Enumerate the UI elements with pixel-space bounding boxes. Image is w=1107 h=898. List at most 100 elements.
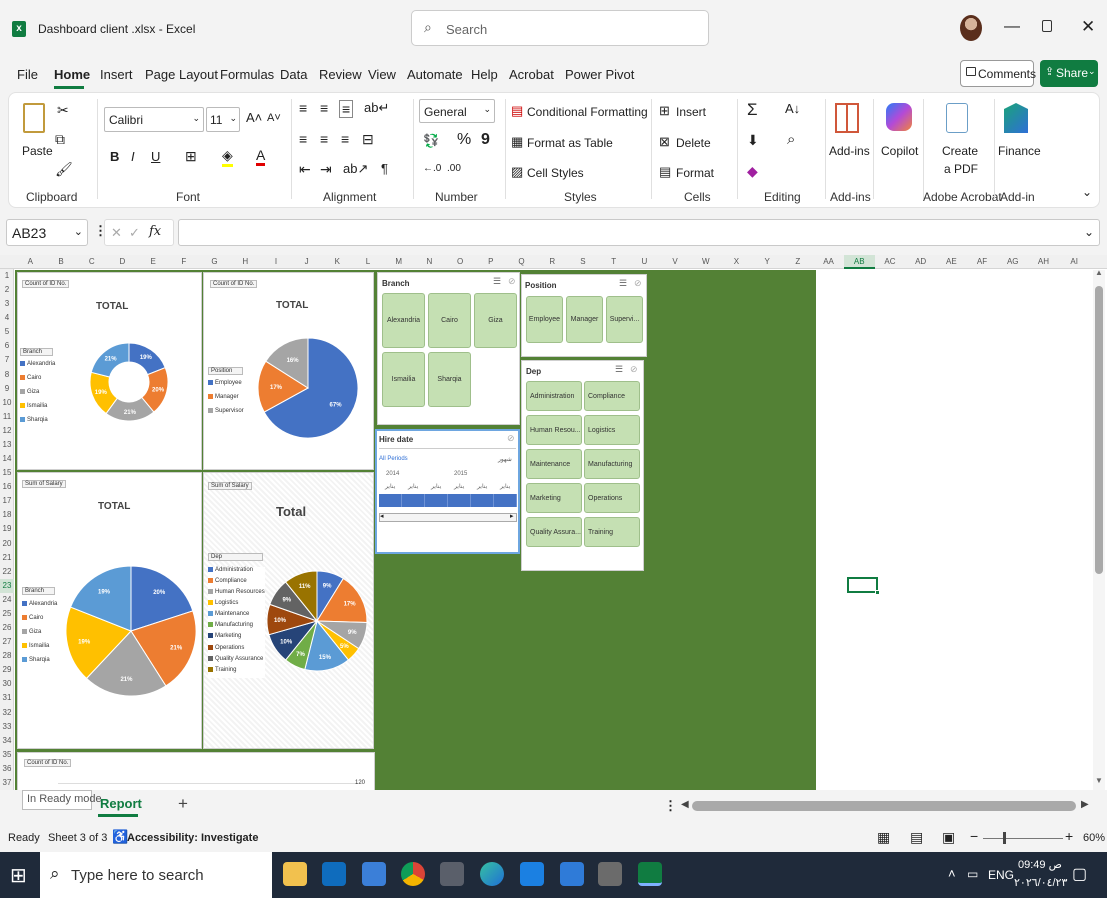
slicer-item[interactable]: Cairo: [428, 293, 471, 348]
search-box[interactable]: ⌕ Search: [411, 10, 709, 46]
timeline-hire-date[interactable]: Hire date ⊘ All Periods شهور 2014 2015 ي…: [375, 429, 520, 554]
formula-input[interactable]: ⌄: [178, 219, 1100, 246]
slicer-item[interactable]: Giza: [474, 293, 517, 348]
name-box[interactable]: AB23 ⌄: [6, 219, 88, 246]
column-header[interactable]: G: [199, 255, 230, 269]
menu-acrobat[interactable]: Acrobat: [509, 67, 554, 82]
finance-icon[interactable]: [1004, 103, 1028, 133]
page-layout-view-icon[interactable]: ▤: [910, 829, 923, 846]
create-pdf-line1[interactable]: Create: [942, 144, 978, 158]
timeline-month[interactable]: يناير: [454, 483, 464, 490]
row-header[interactable]: 5: [0, 325, 14, 339]
zoom-level[interactable]: 60%: [1083, 832, 1105, 844]
timeline-scrollbar[interactable]: [379, 513, 517, 522]
conditional-formatting-icon[interactable]: ▤: [511, 103, 523, 119]
zoom-slider[interactable]: [983, 838, 1063, 839]
menu-review[interactable]: Review: [319, 67, 362, 82]
column-header[interactable]: Q: [506, 255, 537, 269]
slicer-item[interactable]: Compliance: [584, 381, 640, 411]
row-header[interactable]: 13: [0, 438, 14, 452]
mail-icon[interactable]: [560, 862, 584, 886]
format-cells-icon[interactable]: ▤: [659, 164, 671, 180]
collapse-ribbon-icon[interactable]: ⌄: [1082, 185, 1092, 199]
slicer-item[interactable]: Supervi...: [606, 296, 643, 343]
row-header[interactable]: 22: [0, 565, 14, 579]
column-header[interactable]: V: [660, 255, 691, 269]
create-pdf-icon[interactable]: [946, 103, 968, 133]
chevron-up-icon[interactable]: ˄: [948, 866, 956, 881]
row-header[interactable]: 30: [0, 677, 14, 691]
number-format-select[interactable]: General ⌄: [419, 99, 495, 123]
column-header[interactable]: AC: [875, 255, 906, 269]
finance-button[interactable]: Finance: [998, 144, 1041, 158]
insert-function-icon[interactable]: fx: [149, 224, 161, 239]
column-header[interactable]: Y: [752, 255, 783, 269]
column-header[interactable]: U: [629, 255, 660, 269]
spreadsheet-grid[interactable]: A B C D E F G H I J K L M N O P Q R S T U V W X Y Z AA AB AC AD AE AF AG…: [0, 255, 1107, 790]
file-explorer-icon[interactable]: [283, 862, 307, 886]
cancel-icon[interactable]: ✕: [111, 225, 122, 241]
store-icon[interactable]: [362, 862, 386, 886]
scroll-left-icon[interactable]: ◀: [681, 799, 689, 810]
menu-formulas[interactable]: Formulas: [220, 67, 274, 82]
text-direction-icon[interactable]: ¶: [381, 161, 388, 176]
fill-handle[interactable]: [875, 590, 880, 595]
align-bottom-icon[interactable]: ≡: [339, 100, 354, 118]
chart-dep-salary[interactable]: Sum of Salary Total Dep Administration Co…: [203, 472, 374, 749]
column-header[interactable]: AD: [905, 255, 936, 269]
shrink-font-icon[interactable]: A˅: [267, 112, 281, 124]
slicer-item[interactable]: Marketing: [526, 483, 582, 513]
scroll-right-icon[interactable]: ▸: [510, 512, 514, 520]
row-header[interactable]: 14: [0, 452, 14, 466]
slicer-item[interactable]: Quality Assura...: [526, 517, 582, 547]
slicer-item[interactable]: Ismailia: [382, 352, 425, 407]
wrap-text-icon[interactable]: ab↵: [364, 100, 389, 116]
scroll-down-icon[interactable]: ▼: [1095, 776, 1103, 785]
row-header[interactable]: 27: [0, 635, 14, 649]
column-header[interactable]: X: [721, 255, 752, 269]
avatar[interactable]: [960, 15, 982, 41]
column-header[interactable]: AA: [813, 255, 844, 269]
format-table-icon[interactable]: ▦: [511, 134, 523, 150]
column-header[interactable]: Z: [783, 255, 814, 269]
menu-data[interactable]: Data: [280, 67, 307, 82]
cell-styles-button[interactable]: Cell Styles: [527, 166, 584, 180]
font-color-icon[interactable]: A: [256, 147, 266, 166]
slicer-item[interactable]: Operations: [584, 483, 640, 513]
accessibility-status[interactable]: Accessibility: Investigate: [127, 832, 258, 844]
row-header[interactable]: 2: [0, 283, 14, 297]
close-icon[interactable]: ✕: [1081, 17, 1095, 37]
clear-icon[interactable]: ◆: [747, 163, 758, 180]
row-header[interactable]: 20: [0, 537, 14, 551]
autosum-icon[interactable]: Σ: [747, 100, 758, 120]
grow-font-icon[interactable]: A˄: [246, 110, 262, 125]
slicer-item[interactable]: Manager: [566, 296, 603, 343]
row-header[interactable]: 7: [0, 353, 14, 367]
pivot-field-button[interactable]: Count of ID No.: [24, 759, 72, 767]
bold-button[interactable]: B: [110, 149, 119, 164]
addins-icon[interactable]: [835, 103, 859, 133]
merge-center-icon[interactable]: ⊟: [362, 131, 374, 148]
app-icon[interactable]: [520, 862, 544, 886]
underline-button[interactable]: U: [151, 149, 160, 164]
row-header[interactable]: 25: [0, 607, 14, 621]
currency-icon[interactable]: 💱: [423, 133, 439, 149]
timeline-bar[interactable]: [379, 494, 517, 507]
menu-automate[interactable]: Automate: [407, 67, 463, 82]
timeline-month[interactable]: يناير: [500, 483, 510, 490]
row-header[interactable]: 9: [0, 382, 14, 396]
column-header[interactable]: I: [261, 255, 292, 269]
format-cells-button[interactable]: Format: [676, 166, 714, 180]
percent-button[interactable]: %: [457, 131, 471, 149]
clear-filter-icon[interactable]: ⊘: [507, 433, 515, 444]
column-header[interactable]: AI: [1059, 255, 1090, 269]
menu-file[interactable]: File: [17, 67, 38, 82]
slicer-item[interactable]: Training: [584, 517, 640, 547]
column-header[interactable]: C: [76, 255, 107, 269]
column-header[interactable]: N: [414, 255, 445, 269]
slicer-item[interactable]: Human Resou...: [526, 415, 582, 445]
clear-filter-icon[interactable]: ⊘: [634, 278, 642, 289]
column-header[interactable]: B: [46, 255, 77, 269]
multi-select-icon[interactable]: ☰: [619, 278, 627, 289]
more-options-icon[interactable]: ⋮: [664, 798, 677, 814]
